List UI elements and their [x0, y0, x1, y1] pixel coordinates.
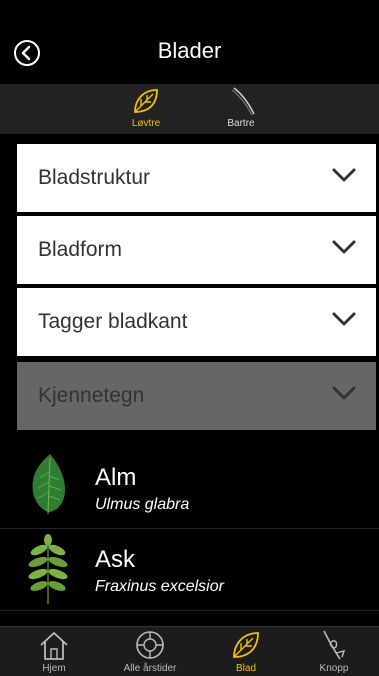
seasons-icon	[136, 631, 164, 659]
filter-bladform[interactable]: Bladform	[17, 216, 376, 284]
tab-lovtre[interactable]: Løvtre	[101, 84, 191, 134]
elm-leaf-icon	[32, 454, 66, 522]
filter-label: Bladstruktur	[38, 166, 151, 189]
tab-bartre[interactable]: Bartre	[196, 84, 286, 134]
species-common-name: Ask	[95, 546, 136, 573]
tab-label: Løvtre	[131, 118, 161, 129]
tabbar-label: Knopp	[319, 663, 349, 674]
species-latin-name: Ulmus glabra	[95, 496, 190, 513]
tabbar-item-hjem[interactable]: Hjem	[14, 627, 94, 676]
list-item[interactable]: Alm Ulmus glabra	[0, 446, 379, 529]
bottom-tab-bar: Hjem Alle årstider Blad Knopp	[0, 626, 379, 676]
bud-icon	[323, 630, 346, 660]
tree-type-tabs: Løvtre Bartre	[0, 84, 379, 134]
filter-tagger-bladkant[interactable]: Tagger bladkant	[17, 288, 376, 356]
deciduous-leaf-icon	[134, 89, 158, 113]
chevron-down-icon	[332, 240, 356, 254]
list-item[interactable]: Ask Fraxinus excelsior	[0, 528, 379, 611]
tabbar-label: Alle årstider	[123, 663, 177, 674]
tabbar-item-blad[interactable]: Blad	[206, 627, 286, 676]
tabbar-item-knopp[interactable]: Knopp	[294, 627, 374, 676]
conifer-needle-icon	[231, 87, 255, 116]
species-latin-name: Fraxinus excelsior	[95, 578, 224, 595]
chevron-down-icon	[332, 386, 356, 400]
tabbar-label: Hjem	[42, 663, 66, 674]
ash-leaf-icon	[28, 534, 68, 604]
filter-label: Kjennetegn	[38, 384, 145, 407]
page-title: Blader	[157, 38, 222, 63]
navigation-bar: Blader	[0, 0, 379, 84]
tabbar-item-alle-arstider[interactable]: Alle årstider	[110, 627, 190, 676]
species-common-name: Alm	[95, 464, 137, 491]
leaf-icon	[233, 632, 259, 658]
chevron-down-icon	[332, 312, 356, 326]
home-icon	[40, 632, 68, 660]
tab-label: Bartre	[227, 118, 255, 129]
filter-label: Bladform	[38, 238, 123, 261]
filter-bladstruktur[interactable]: Bladstruktur	[17, 144, 376, 212]
chevron-down-icon	[332, 168, 356, 182]
species-list: Alm Ulmus glabra Ask Fraxinus excelsior	[0, 446, 379, 626]
filter-kjennetegn: Kjennetegn	[17, 362, 376, 430]
filter-label: Tagger bladkant	[38, 310, 188, 333]
tabbar-label: Blad	[235, 663, 256, 674]
